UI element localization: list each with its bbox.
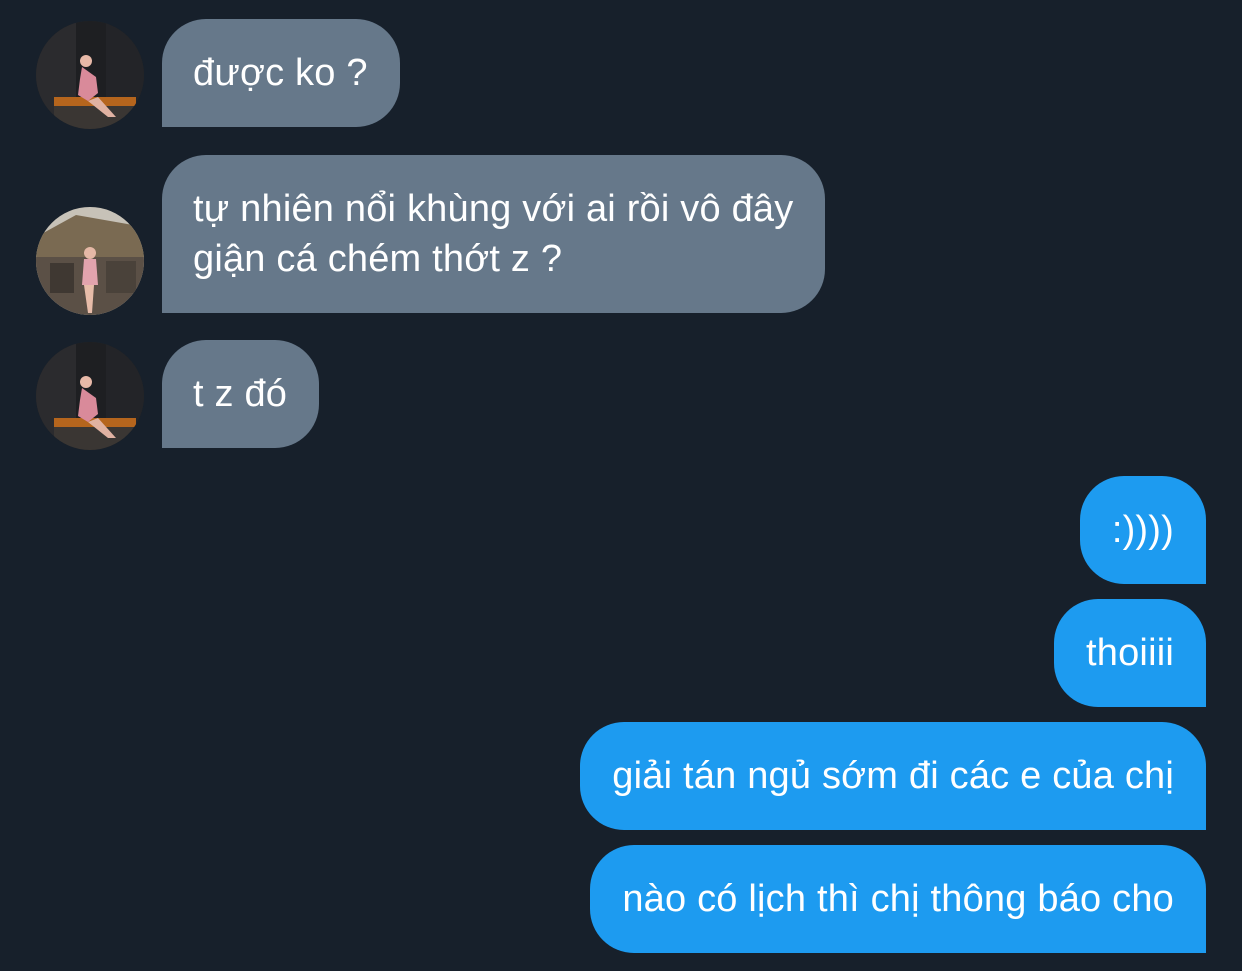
contact-avatar[interactable] bbox=[36, 207, 144, 315]
contact-avatar[interactable] bbox=[36, 342, 144, 450]
avatar-photo-icon bbox=[36, 207, 144, 315]
outgoing-message[interactable]: nào có lịch thì chị thông báo cho bbox=[590, 845, 1206, 953]
incoming-message[interactable]: được ko ? bbox=[162, 19, 400, 127]
message-text: tự nhiên nổi khùng với ai rồi vô đây giậ… bbox=[193, 188, 794, 280]
chat-thread: được ko ? tự nhiên nổi khùng với ai rồi … bbox=[0, 0, 1242, 971]
avatar-photo-icon bbox=[36, 21, 144, 129]
incoming-message[interactable]: t z đó bbox=[162, 340, 320, 448]
outgoing-message[interactable]: giải tán ngủ sớm đi các e của chị bbox=[580, 722, 1206, 830]
contact-avatar[interactable] bbox=[36, 21, 144, 129]
avatar-photo-icon bbox=[36, 342, 144, 450]
outgoing-message[interactable]: :)))) bbox=[1079, 476, 1206, 584]
outgoing-message[interactable]: thoiiii bbox=[1054, 599, 1206, 707]
incoming-message[interactable]: tự nhiên nổi khùng với ai rồi vô đây giậ… bbox=[162, 155, 826, 313]
